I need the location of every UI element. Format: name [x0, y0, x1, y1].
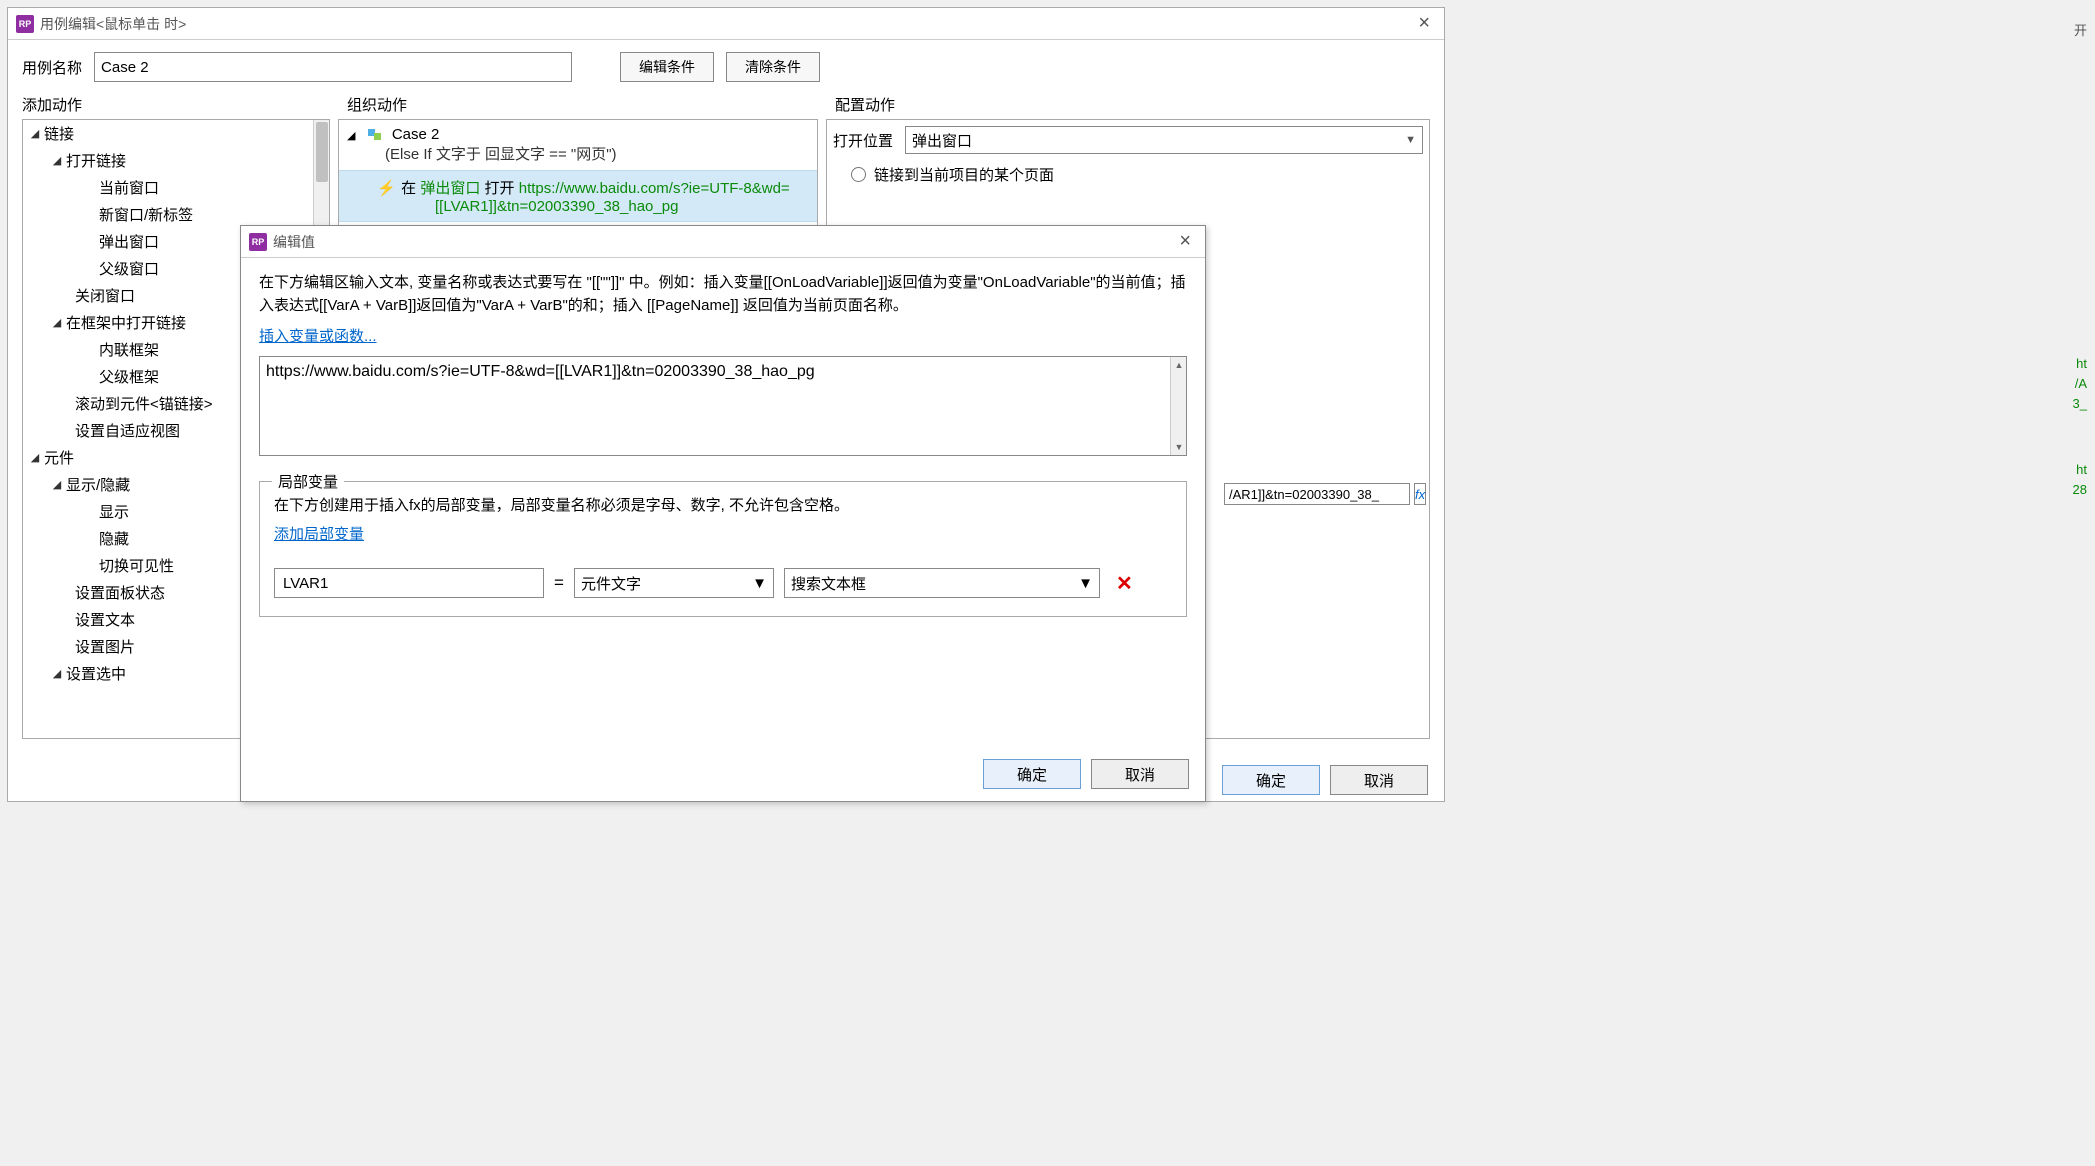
local-vars-fieldset: 局部变量 在下方创建用于插入fx的局部变量，局部变量名称必须是字母、数字, 不允…	[259, 481, 1187, 617]
modal-title: 编辑值	[273, 232, 315, 252]
add-local-var-link[interactable]: 添加局部变量	[274, 523, 364, 544]
app-icon: RP	[16, 15, 34, 33]
tree-adaptive-view[interactable]: 设置自适应视图	[75, 420, 180, 441]
scrollbar[interactable]: ▲ ▼	[1170, 357, 1186, 455]
var-target-select[interactable]: 搜索文本框 ▼	[784, 568, 1100, 598]
modal-body: 在下方编辑区输入文本, 变量名称或表达式要写在 "[[""]]" 中。例如：插入…	[241, 258, 1205, 751]
ok-button[interactable]: 确定	[1222, 765, 1320, 795]
open-in-select[interactable]: 弹出窗口 ▼	[905, 126, 1423, 154]
expand-icon[interactable]: ◢	[29, 127, 41, 140]
case-name-input[interactable]	[94, 52, 572, 82]
equals-label: =	[554, 573, 564, 593]
tree-open-in-frame[interactable]: 在框架中打开链接	[66, 312, 186, 333]
tree-parent-frame[interactable]: 父级框架	[99, 366, 159, 387]
case-icon	[368, 127, 384, 143]
case-label: Case 2	[392, 126, 440, 143]
action-text: 在 弹出窗口 打开 https://www.baidu.com/s?ie=UTF…	[401, 180, 790, 197]
tree-popup[interactable]: 弹出窗口	[99, 231, 159, 252]
local-vars-help: 在下方创建用于插入fx的局部变量，局部变量名称必须是字母、数字, 不允许包含空格…	[274, 494, 1172, 515]
column-headers: 添加动作 组织动作 配置动作	[8, 94, 1444, 115]
expand-icon[interactable]: ◢	[51, 478, 63, 491]
tree-open-link[interactable]: 打开链接	[66, 150, 126, 171]
chevron-down-icon: ▼	[1405, 134, 1416, 146]
tree-widgets[interactable]: 元件	[44, 447, 74, 468]
open-in-label: 打开位置	[833, 130, 905, 151]
bolt-icon: ⚡	[377, 179, 391, 197]
expand-icon[interactable]: ◢	[51, 667, 63, 680]
ok-button[interactable]: 确定	[983, 759, 1081, 789]
local-vars-legend: 局部变量	[272, 471, 344, 492]
header-add-action: 添加动作	[22, 94, 347, 115]
edit-conditions-button[interactable]: 编辑条件	[620, 52, 714, 82]
dialog-title: 用例编辑<鼠标单击 时>	[40, 14, 186, 34]
case-name-label: 用例名称	[22, 57, 82, 78]
tree-parent-window[interactable]: 父级窗口	[99, 258, 159, 279]
var-type-select[interactable]: 元件文字 ▼	[574, 568, 774, 598]
close-icon[interactable]: ×	[1412, 12, 1436, 35]
cancel-button[interactable]: 取消	[1091, 759, 1189, 789]
tree-set-image[interactable]: 设置图片	[75, 636, 135, 657]
instructions: 在下方编辑区输入文本, 变量名称或表达式要写在 "[[""]]" 中。例如：插入…	[259, 272, 1187, 317]
edit-value-dialog: RP 编辑值 × 在下方编辑区输入文本, 变量名称或表达式要写在 "[[""]]…	[240, 225, 1206, 802]
app-icon: RP	[249, 233, 267, 251]
case-name-row: 用例名称 编辑条件 清除条件	[8, 40, 1444, 94]
expand-icon[interactable]: ◢	[29, 451, 41, 464]
value-row: fx	[1224, 483, 1420, 505]
main-footer: 确定 取消	[1222, 765, 1428, 795]
tree-scroll-to-widget[interactable]: 滚动到元件<锚链接>	[75, 393, 213, 414]
value-textarea[interactable]	[259, 356, 1187, 456]
tree-hide[interactable]: 隐藏	[99, 528, 129, 549]
open-in-row: 打开位置 弹出窗口 ▼	[833, 126, 1423, 154]
title-bar: RP 用例编辑<鼠标单击 时> ×	[8, 8, 1444, 40]
modal-footer: 确定 取消	[241, 751, 1205, 801]
case-row[interactable]: ◢ Case 2 (Else If 文字于 回显文字 == "网页")	[339, 120, 817, 170]
action-row[interactable]: ⚡ 在 弹出窗口 打开 https://www.baidu.com/s?ie=U…	[339, 170, 817, 222]
tree-set-selected[interactable]: 设置选中	[66, 663, 126, 684]
chevron-down-icon: ▼	[752, 575, 767, 592]
expand-icon[interactable]: ◢	[347, 130, 355, 142]
fx-button[interactable]: fx	[1414, 483, 1426, 505]
clear-conditions-button[interactable]: 清除条件	[726, 52, 820, 82]
cancel-button[interactable]: 取消	[1330, 765, 1428, 795]
tree-current-window[interactable]: 当前窗口	[99, 177, 159, 198]
tree-set-panel-state[interactable]: 设置面板状态	[75, 582, 165, 603]
tree-show[interactable]: 显示	[99, 501, 129, 522]
tree-new-window[interactable]: 新窗口/新标签	[99, 204, 193, 225]
local-var-row: = 元件文字 ▼ 搜索文本框 ▼ ✕	[274, 568, 1172, 598]
value-input[interactable]	[1224, 483, 1410, 505]
tree-show-hide[interactable]: 显示/隐藏	[66, 474, 130, 495]
chevron-down-icon: ▼	[1078, 575, 1093, 592]
insert-var-link[interactable]: 插入变量或函数...	[259, 325, 377, 346]
scroll-up-icon[interactable]: ▲	[1171, 357, 1187, 373]
var-name-input[interactable]	[274, 568, 544, 598]
action-url-line2: [[LVAR1]]&tn=02003390_38_hao_pg	[377, 198, 809, 215]
header-configure: 配置动作	[835, 94, 1430, 115]
case-condition: (Else If 文字于 回显文字 == "网页")	[347, 143, 809, 164]
tree-toggle-vis[interactable]: 切换可见性	[99, 555, 174, 576]
radio-input[interactable]	[851, 167, 866, 182]
close-icon[interactable]: ×	[1173, 230, 1197, 253]
radio-link-to-page[interactable]: 链接到当前项目的某个页面	[833, 160, 1423, 189]
delete-var-icon[interactable]: ✕	[1116, 571, 1133, 596]
expand-icon[interactable]: ◢	[51, 316, 63, 329]
header-organize: 组织动作	[347, 94, 835, 115]
tree-close-window[interactable]: 关闭窗口	[75, 285, 135, 306]
background-fragments: 开 ht /A 3_ ht 28	[1455, 0, 2095, 1166]
tree-links[interactable]: 链接	[44, 123, 74, 144]
modal-title-bar: RP 编辑值 ×	[241, 226, 1205, 258]
tree-set-text[interactable]: 设置文本	[75, 609, 135, 630]
scroll-down-icon[interactable]: ▼	[1171, 439, 1187, 455]
expand-icon[interactable]: ◢	[51, 154, 63, 167]
tree-inline-frame[interactable]: 内联框架	[99, 339, 159, 360]
